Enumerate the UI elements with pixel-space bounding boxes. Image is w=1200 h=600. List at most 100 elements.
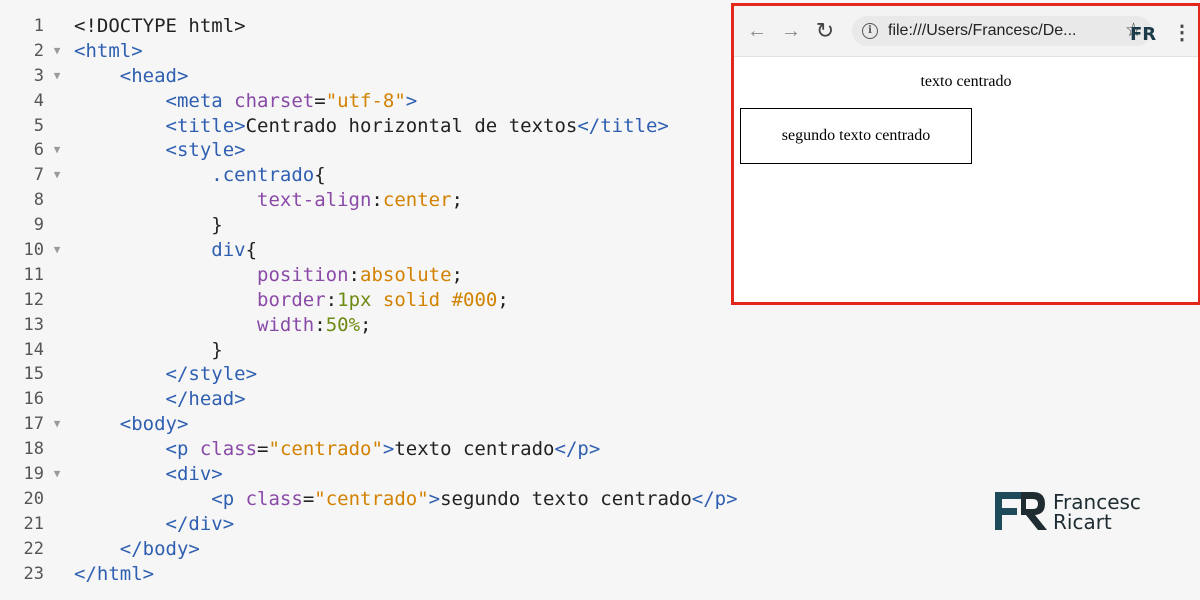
code-text: <title>Centrado horizontal de textos</ti… — [66, 114, 669, 139]
reload-icon[interactable]: ↻ — [808, 14, 842, 48]
code-token: ; — [451, 189, 463, 212]
logo-text: Francesc Ricart — [1053, 492, 1141, 532]
code-text: </html> — [66, 562, 154, 587]
code-token: <html> — [74, 39, 143, 62]
centered-paragraph: texto centrado — [920, 73, 1012, 90]
page-viewport: texto centrado segundo texto centrado — [734, 57, 1198, 301]
fr-logo-mark-icon — [995, 492, 1047, 530]
code-token: .centrado — [211, 164, 315, 187]
line-number: 10 — [23, 240, 44, 261]
fold-triangle-icon[interactable]: ▼ — [44, 138, 66, 163]
code-token: border — [257, 288, 326, 311]
code-line[interactable]: 15 </style> — [0, 362, 730, 387]
code-token: : — [371, 189, 383, 212]
line-number: 22 — [23, 538, 44, 559]
code-text: <html> — [66, 39, 143, 64]
address-bar[interactable]: i file:///Users/Francesc/De... ☆ — [852, 16, 1152, 46]
code-line[interactable]: 20 <p class="centrado">segundo texto cen… — [0, 487, 738, 512]
code-token: <body> — [119, 413, 189, 436]
code-token: "centrado" — [314, 487, 429, 510]
code-token: = — [257, 438, 269, 461]
line-number: 15 — [23, 364, 44, 385]
code-token: </p> — [554, 438, 601, 461]
code-token: { — [245, 239, 258, 262]
browser-toolbar: ← → ↻ i file:///Users/Francesc/De... ☆ F… — [734, 6, 1198, 57]
line-number: 2 — [33, 40, 44, 61]
code-token: } — [211, 214, 223, 237]
code-text: <meta charset="utf-8"> — [66, 89, 418, 114]
code-line[interactable]: 5 <title>Centrado horizontal de textos</… — [0, 114, 730, 139]
code-token: solid — [382, 288, 441, 311]
code-line[interactable]: 19 ▼ <div> — [0, 462, 730, 487]
code-line[interactable]: 21 </div> — [0, 512, 730, 537]
code-line[interactable]: 7 ▼ .centrado{ — [0, 163, 730, 188]
code-text: </head> — [66, 387, 246, 412]
back-arrow-icon[interactable]: ← — [740, 14, 774, 48]
fold-triangle-icon[interactable]: ▼ — [44, 163, 66, 188]
code-token: div — [211, 239, 246, 262]
bordered-div: segundo texto centrado — [740, 108, 972, 164]
fold-triangle-icon[interactable]: ▼ — [44, 64, 66, 89]
code-token: <p — [211, 487, 246, 510]
francesc-ricart-logo: Francesc Ricart — [993, 488, 1168, 538]
line-number: 13 — [23, 314, 44, 335]
code-token: : — [348, 263, 360, 286]
fold-triangle-icon[interactable]: ▼ — [44, 412, 66, 437]
code-line[interactable]: 16 </head> — [0, 387, 730, 412]
code-line[interactable]: 12 border:1px solid #000; — [0, 288, 730, 313]
line-number: 3 — [33, 65, 44, 86]
code-editor[interactable]: 1 <!DOCTYPE html> 2 ▼ <html> 3 ▼ <head> 4 <meta… — [0, 14, 738, 587]
code-line[interactable]: 3 ▼ <head> — [0, 64, 730, 89]
code-token: ; — [497, 288, 509, 311]
code-line[interactable]: 13 width:50%; — [0, 313, 730, 338]
code-line[interactable]: 22 </body> — [0, 537, 730, 562]
line-number: 20 — [23, 488, 44, 509]
code-line[interactable]: 17 ▼ <body> — [0, 412, 730, 437]
code-token: ; — [451, 263, 463, 286]
code-token: width — [257, 313, 315, 336]
code-token: = — [314, 89, 326, 112]
code-text: div{ — [66, 238, 257, 263]
code-token: "centrado" — [268, 438, 383, 461]
code-line[interactable]: 9 } — [0, 213, 730, 238]
fold-triangle-icon[interactable]: ▼ — [44, 238, 66, 263]
code-line[interactable]: 4 <meta charset="utf-8"> — [0, 89, 730, 114]
forward-arrow-icon[interactable]: → — [774, 14, 808, 48]
code-token: </p> — [691, 487, 738, 510]
code-line[interactable]: 10 ▼ div{ — [0, 238, 730, 263]
code-text: </style> — [66, 362, 258, 387]
code-token: text-align — [257, 189, 372, 212]
code-token: : — [314, 313, 326, 336]
code-text: width:50%; — [66, 313, 371, 338]
line-number: 18 — [23, 439, 44, 460]
code-line[interactable]: 23 </html> — [0, 562, 730, 587]
extension-fr-icon[interactable]: FR — [1130, 24, 1156, 45]
line-number: 8 — [33, 190, 44, 211]
code-line[interactable]: 1 <!DOCTYPE html> — [0, 14, 730, 39]
code-token: <head> — [119, 64, 189, 87]
line-number: 7 — [33, 165, 44, 186]
code-text: } — [66, 213, 223, 238]
info-icon[interactable]: i — [862, 23, 878, 39]
code-token: 1px — [337, 288, 372, 311]
code-token: absolute — [360, 263, 452, 286]
code-token: </head> — [165, 388, 246, 411]
code-line[interactable]: 8 text-align:center; — [0, 188, 730, 213]
more-menu-icon[interactable]: ⋮ — [1172, 20, 1192, 45]
code-token: > — [405, 89, 418, 112]
code-line[interactable]: 2 ▼ <html> — [0, 39, 730, 64]
code-line[interactable]: 6 ▼ <style> — [0, 138, 730, 163]
browser-preview-window: ← → ↻ i file:///Users/Francesc/De... ☆ F… — [731, 3, 1200, 305]
code-line[interactable]: 11 position:absolute; — [0, 263, 730, 288]
line-number: 11 — [23, 264, 44, 285]
fold-triangle-icon[interactable]: ▼ — [44, 39, 66, 64]
line-number: 12 — [23, 289, 44, 310]
fold-triangle-icon[interactable]: ▼ — [44, 462, 66, 487]
code-token: </style> — [165, 363, 258, 386]
code-token: "utf-8" — [325, 89, 406, 112]
code-line[interactable]: 18 <p class="centrado">texto centrado</p… — [0, 437, 730, 462]
url-text[interactable]: file:///Users/Francesc/De... — [888, 22, 1103, 40]
code-line[interactable]: 14 } — [0, 338, 730, 363]
